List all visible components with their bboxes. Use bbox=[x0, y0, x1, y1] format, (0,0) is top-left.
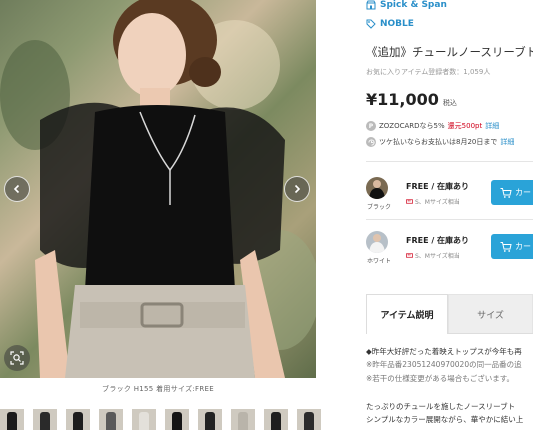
thumbnail-figure bbox=[139, 412, 149, 430]
shop-name: NOBLE bbox=[380, 19, 414, 29]
model-figure-illustration bbox=[35, 0, 285, 378]
color-swatch-white[interactable] bbox=[366, 231, 388, 253]
description-line: ※若干の仕様変更がある場合もございます。 bbox=[366, 374, 515, 383]
stock-status: FREE / 在庫あり bbox=[406, 236, 470, 245]
thumbnail-figure bbox=[238, 412, 248, 430]
ruler-icon bbox=[406, 253, 413, 258]
brand-link[interactable]: Spick & Span bbox=[366, 0, 447, 10]
deferred-payment-icon bbox=[366, 137, 376, 147]
product-info-panel: Spick & Span NOBLE 《追加》チュールノースリーブト お気に入り… bbox=[366, 0, 533, 430]
color-name: ブラック bbox=[366, 204, 391, 211]
tsuke-detail-link[interactable]: 詳細 bbox=[500, 137, 514, 147]
color-swatch-black[interactable] bbox=[366, 177, 388, 199]
tag-icon bbox=[366, 19, 376, 29]
thumbnail-figure bbox=[106, 412, 116, 430]
price-block: ¥11,000 税込 bbox=[366, 90, 457, 109]
cart-label: カー bbox=[515, 188, 531, 197]
price-amount: ¥11,000 bbox=[366, 90, 439, 109]
thumbnail-figure bbox=[172, 412, 182, 430]
zozocard-text: ZOZOCARDなら5% bbox=[379, 122, 445, 130]
size-note: S、Mサイズ相当 bbox=[406, 251, 460, 260]
chevron-left-icon bbox=[13, 184, 20, 194]
zozocard-detail-link[interactable]: 詳細 bbox=[485, 121, 499, 131]
tax-label: 税込 bbox=[442, 99, 457, 107]
add-to-cart-button[interactable]: カー bbox=[491, 180, 533, 205]
cart-icon bbox=[500, 241, 512, 252]
cart-icon bbox=[500, 187, 512, 198]
zozocard-promo: P ZOZOCARDなら5% 還元500pt 詳細 bbox=[366, 121, 499, 131]
cart-label: カー bbox=[515, 242, 531, 251]
tab-underline bbox=[448, 333, 533, 334]
description-line: シンプルなカラー展開ながら、華やかに結い上 bbox=[366, 415, 524, 424]
add-to-cart-button[interactable]: カー bbox=[491, 234, 533, 259]
size-note-text: S、Mサイズ相当 bbox=[415, 199, 460, 206]
ruler-icon bbox=[406, 199, 413, 204]
zozocard-points: 還元500pt bbox=[447, 122, 483, 130]
thumbnail-strip bbox=[0, 409, 321, 430]
tsuke-text: ツケ払いならお支払いは8月20日まで bbox=[379, 138, 498, 146]
divider bbox=[366, 219, 533, 220]
product-title: 《追加》チュールノースリーブト bbox=[366, 45, 533, 59]
thumbnail-figure bbox=[271, 412, 281, 430]
favorite-count: お気に入りアイテム登録者数：1,059人 bbox=[366, 68, 491, 76]
gallery-thumbnail[interactable] bbox=[231, 409, 255, 430]
thumbnail-figure bbox=[40, 412, 50, 430]
shop-link[interactable]: NOBLE bbox=[366, 19, 414, 29]
tsuke-promo: ツケ払いならお支払いは8月20日まで 詳細 bbox=[366, 137, 514, 147]
size-note: S、Mサイズ相当 bbox=[406, 197, 460, 206]
photo-caption: ブラック H155 着用サイズ:FREE bbox=[102, 385, 214, 393]
variant-row-black: ブラック FREE / 在庫あり S、Mサイズ相当 カー bbox=[366, 175, 533, 221]
size-note-text: S、Mサイズ相当 bbox=[415, 253, 460, 260]
gallery-thumbnail[interactable] bbox=[132, 409, 156, 430]
previous-image-button[interactable] bbox=[4, 176, 30, 202]
gallery-thumbnail[interactable] bbox=[297, 409, 321, 430]
tab-item-description[interactable]: アイテム説明 bbox=[366, 294, 448, 334]
gallery-thumbnail[interactable] bbox=[66, 409, 90, 430]
gallery-thumbnail[interactable] bbox=[165, 409, 189, 430]
description-line: ※昨年品番23051240970020の同一品番の追 bbox=[366, 360, 522, 369]
thumbnail-figure bbox=[205, 412, 215, 430]
product-gallery: ブラック H155 着用サイズ:FREE bbox=[0, 0, 321, 430]
gallery-thumbnail[interactable] bbox=[33, 409, 57, 430]
thumbnail-figure bbox=[304, 412, 314, 430]
gallery-thumbnail[interactable] bbox=[0, 409, 24, 430]
brand-icon bbox=[366, 0, 376, 10]
divider bbox=[366, 161, 533, 162]
gallery-thumbnail[interactable] bbox=[99, 409, 123, 430]
tab-size[interactable]: サイズ bbox=[448, 294, 533, 334]
info-tabs: アイテム説明 サイズ bbox=[366, 294, 533, 334]
description-line: ◆昨年大好評だった着映えトップスが今年も再 bbox=[366, 347, 522, 356]
zoom-icon bbox=[10, 351, 24, 365]
stock-status: FREE / 在庫あり bbox=[406, 182, 470, 191]
next-image-button[interactable] bbox=[284, 176, 310, 202]
chevron-right-icon bbox=[294, 184, 301, 194]
gallery-thumbnail[interactable] bbox=[264, 409, 288, 430]
description-line: たっぷりのチュールを施したノースリーブト bbox=[366, 402, 516, 411]
points-icon: P bbox=[366, 121, 376, 131]
thumbnail-figure bbox=[7, 412, 17, 430]
zoom-button[interactable] bbox=[4, 345, 30, 371]
main-product-photo[interactable] bbox=[0, 0, 316, 378]
gallery-thumbnail[interactable] bbox=[198, 409, 222, 430]
brand-name: Spick & Span bbox=[380, 0, 447, 10]
variant-row-white: ホワイト FREE / 在庫あり S、Mサイズ相当 カー bbox=[366, 229, 533, 275]
thumbnail-figure bbox=[73, 412, 83, 430]
color-name: ホワイト bbox=[366, 258, 391, 265]
